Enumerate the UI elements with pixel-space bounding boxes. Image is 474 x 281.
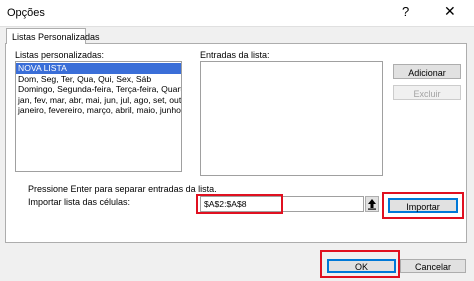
add-button[interactable]: Adicionar	[393, 64, 461, 79]
entries-textarea[interactable]	[200, 61, 383, 176]
custom-lists-label: Listas personalizadas:	[15, 50, 105, 60]
entries-label: Entradas da lista:	[200, 50, 270, 60]
list-item[interactable]: janeiro, fevereiro, março, abril, maio, …	[16, 105, 181, 116]
cancel-button[interactable]: Cancelar	[400, 259, 466, 273]
hint-text: Pressione Enter para separar entradas da…	[28, 184, 217, 194]
import-highlight	[382, 192, 464, 219]
list-item[interactable]: NOVA LISTA	[16, 63, 181, 74]
list-item[interactable]: Domingo, Segunda-feira, Terça-feira, Qua…	[16, 84, 181, 95]
list-item[interactable]: jan, fev, mar, abr, mai, jun, jul, ago, …	[16, 95, 181, 106]
help-button[interactable]: ?	[402, 4, 409, 19]
range-highlight	[196, 194, 283, 214]
close-button[interactable]: ✕	[444, 3, 456, 20]
delete-button: Excluir	[393, 85, 461, 100]
list-item[interactable]: Dom, Seg, Ter, Qua, Qui, Sex, Sáb	[16, 74, 181, 85]
ok-highlight	[320, 250, 400, 278]
tab-custom-lists[interactable]: Listas Personalizadas	[6, 28, 100, 44]
custom-lists-listbox[interactable]: NOVA LISTA Dom, Seg, Ter, Qua, Qui, Sex,…	[15, 61, 182, 172]
window-title: Opções	[7, 7, 45, 19]
collapse-dialog-icon[interactable]	[365, 196, 379, 212]
import-label: Importar lista das células:	[28, 197, 131, 207]
